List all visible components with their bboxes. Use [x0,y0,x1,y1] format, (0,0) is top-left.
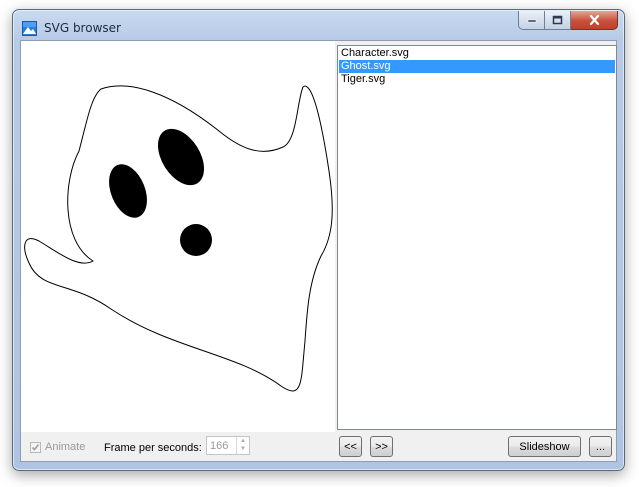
slideshow-button[interactable]: Slideshow [508,436,581,457]
animate-control[interactable]: Animate [30,441,85,453]
checkmark-icon [31,443,40,451]
image-icon [22,21,37,36]
file-item-ghost[interactable]: Ghost.svg [339,60,615,73]
ghost-mouth [180,224,212,256]
spin-down-icon[interactable]: ▼ [237,445,249,453]
app-window: SVG browser Character.svg Ghost.svg Tige… [12,9,625,471]
caption-buttons [518,11,618,31]
fps-spinbox[interactable]: 166 ▲ ▼ [206,436,250,455]
client-area: Character.svg Ghost.svg Tiger.svg Animat… [20,40,617,462]
svg-preview-canvas [21,41,335,432]
close-button[interactable] [571,11,618,30]
window-title: SVG browser [44,21,121,35]
close-icon [589,15,599,25]
animate-checkbox[interactable] [30,441,41,453]
bottom-toolbar: Animate Frame per seconds: 166 ▲ ▼ << >>… [21,432,616,461]
maximize-button[interactable] [545,11,571,30]
svg-file-list[interactable]: Character.svg Ghost.svg Tiger.svg [337,45,617,430]
fps-value[interactable]: 166 [210,440,228,452]
file-item-tiger[interactable]: Tiger.svg [339,73,615,86]
fps-spin-arrows: ▲ ▼ [236,437,249,454]
file-item-character[interactable]: Character.svg [339,47,615,60]
spin-up-icon[interactable]: ▲ [237,437,249,445]
more-options-button[interactable]: ... [589,436,612,457]
animate-label: Animate [45,441,86,453]
minimize-icon [527,19,536,23]
minimize-button[interactable] [518,11,545,30]
previous-button[interactable]: << [339,436,362,457]
next-button[interactable]: >> [370,436,393,457]
fps-label: Frame per seconds: [104,442,202,454]
title-bar[interactable]: SVG browser [13,10,624,40]
ghost-illustration [24,85,333,392]
maximize-icon [552,15,563,25]
